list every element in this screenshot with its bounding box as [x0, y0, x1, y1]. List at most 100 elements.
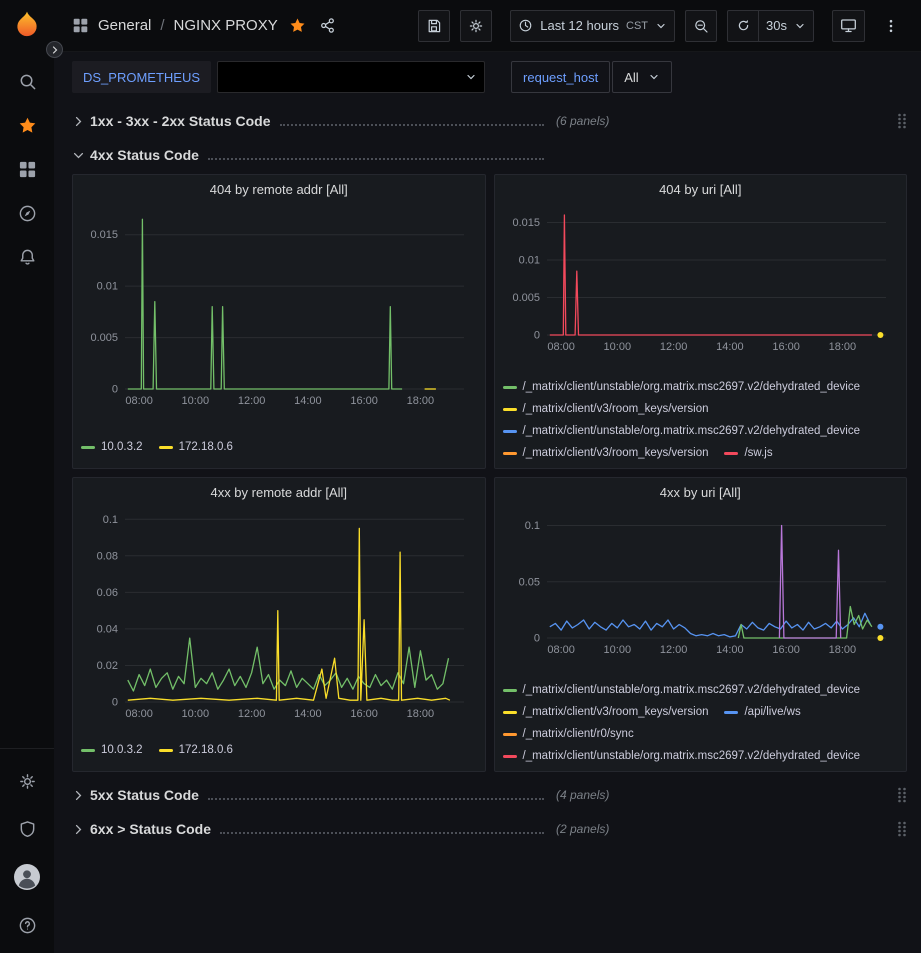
svg-text:16:00: 16:00 — [351, 708, 379, 720]
row-drag-handle[interactable] — [897, 787, 907, 803]
legend-item[interactable]: /_matrix/client/unstable/org.matrix.msc2… — [503, 750, 861, 762]
monitor-icon — [840, 17, 857, 34]
svg-text:18:00: 18:00 — [407, 395, 435, 407]
legend-item[interactable]: /_matrix/client/v3/room_keys/version — [503, 447, 709, 459]
legend-item[interactable]: 10.0.3.2 — [81, 441, 143, 453]
svg-text:18:00: 18:00 — [407, 708, 435, 720]
request-host-select[interactable]: All — [612, 61, 671, 93]
legend-item[interactable]: /_matrix/client/r0/sync — [503, 728, 634, 740]
panel-title[interactable]: 404 by remote addr [All] — [81, 182, 477, 197]
dashboard-title[interactable]: NGINX PROXY — [174, 17, 278, 34]
row-header-1xx-3xx-2xx[interactable]: 1xx - 3xx - 2xx Status Code (6 panels) — [72, 106, 907, 136]
datasource-variable-select[interactable] — [217, 61, 485, 93]
panel-title[interactable]: 4xx by remote addr [All] — [81, 485, 477, 500]
datasource-variable-label[interactable]: DS_PROMETHEUS — [72, 61, 211, 93]
panel-title[interactable]: 404 by uri [All] — [503, 182, 899, 197]
apps-grid-icon — [72, 17, 89, 34]
row-header-5xx[interactable]: 5xx Status Code (4 panels) — [72, 780, 907, 810]
row-dotted-leader — [208, 798, 544, 800]
svg-text:0: 0 — [112, 384, 118, 396]
row-header-4xx[interactable]: 4xx Status Code — [72, 140, 907, 170]
row-title: 1xx - 3xx - 2xx Status Code — [90, 113, 271, 129]
sidebar-item-server-admin[interactable] — [7, 809, 47, 849]
svg-text:0.01: 0.01 — [518, 255, 539, 267]
sidebar — [0, 0, 54, 953]
chart-legend: 10.0.3.2 172.18.0.6 — [81, 436, 477, 460]
row-drag-handle[interactable] — [897, 821, 907, 837]
chevron-right-icon — [72, 115, 90, 128]
sidebar-item-dashboards[interactable] — [7, 149, 47, 189]
panel-404-by-uri: 404 by uri [All] 00.0050.010.01508:0010:… — [494, 174, 908, 469]
sidebar-item-profile[interactable] — [7, 857, 47, 897]
legend-item[interactable]: /_matrix/client/v3/room_keys/version — [503, 706, 709, 718]
save-dashboard-button[interactable] — [418, 10, 450, 42]
time-range-label: Last 12 hours — [540, 18, 619, 33]
svg-text:0: 0 — [534, 330, 540, 342]
dashboard-header: General / NGINX PROXY — [54, 0, 921, 52]
alerting-bell-icon — [18, 248, 37, 267]
row-title: 4xx Status Code — [90, 147, 199, 163]
svg-text:08:00: 08:00 — [126, 708, 154, 720]
sidebar-item-configuration[interactable] — [7, 761, 47, 801]
request-host-label[interactable]: request_host — [511, 61, 610, 93]
svg-text:0: 0 — [112, 697, 118, 709]
chevron-right-icon — [72, 823, 90, 836]
sidebar-item-alerting[interactable] — [7, 237, 47, 277]
svg-text:0.05: 0.05 — [518, 576, 539, 588]
sidebar-item-explore[interactable] — [7, 193, 47, 233]
zoom-out-icon — [693, 18, 709, 34]
refresh-icon — [736, 18, 751, 33]
clock-icon — [518, 18, 533, 33]
help-icon — [18, 916, 37, 935]
share-dashboard-button[interactable] — [317, 17, 338, 34]
svg-text:0.005: 0.005 — [91, 332, 119, 344]
sidebar-item-search[interactable] — [7, 61, 47, 101]
more-options-button[interactable] — [875, 10, 907, 42]
refresh-dashboard-button[interactable] — [727, 10, 759, 42]
zoom-out-time-button[interactable] — [685, 10, 717, 42]
legend-item[interactable]: 172.18.0.6 — [159, 441, 233, 453]
refresh-interval-picker[interactable]: 30s — [759, 10, 814, 42]
row-dotted-leader — [280, 124, 544, 126]
favorite-star-button[interactable] — [287, 17, 308, 34]
legend-item[interactable]: /api/live/ws — [724, 706, 800, 718]
svg-text:16:00: 16:00 — [772, 644, 800, 656]
svg-text:12:00: 12:00 — [238, 708, 266, 720]
row-panel-count: (6 panels) — [556, 114, 609, 128]
svg-text:10:00: 10:00 — [182, 395, 210, 407]
panel-title[interactable]: 4xx by uri [All] — [503, 485, 899, 500]
legend-item[interactable]: 10.0.3.2 — [81, 744, 143, 756]
time-range-picker[interactable]: Last 12 hours CST — [510, 10, 675, 42]
sidebar-item-help[interactable] — [7, 905, 47, 945]
star-filled-icon — [289, 17, 306, 34]
row-header-6xx[interactable]: 6xx > Status Code (2 panels) — [72, 814, 907, 844]
svg-text:0.015: 0.015 — [512, 217, 540, 229]
sidebar-expand-button[interactable] — [46, 41, 63, 58]
sidebar-top-nav — [7, 57, 47, 281]
explore-compass-icon — [18, 204, 37, 223]
svg-text:0.02: 0.02 — [97, 660, 118, 672]
panels-grid: 404 by remote addr [All] 0 0.005 0.01 0.015… — [72, 174, 907, 772]
header-actions: Last 12 hours CST 30s — [418, 10, 907, 42]
legend-item[interactable]: /_matrix/client/unstable/org.matrix.msc2… — [503, 381, 861, 393]
legend-item[interactable]: 172.18.0.6 — [159, 744, 233, 756]
chevron-down-icon — [794, 20, 806, 32]
gear-icon — [468, 18, 484, 34]
breadcrumb-folder[interactable]: General — [98, 17, 151, 34]
sidebar-bottom-nav — [0, 748, 54, 949]
sidebar-item-starred[interactable] — [7, 105, 47, 145]
legend-item[interactable]: /_matrix/client/unstable/org.matrix.msc2… — [503, 684, 861, 696]
dashboard-canvas: 1xx - 3xx - 2xx Status Code (6 panels) 4… — [54, 100, 921, 953]
search-icon — [18, 72, 37, 91]
chart-legend: /_matrix/client/unstable/org.matrix.msc2… — [503, 679, 899, 763]
legend-item[interactable]: /_matrix/client/v3/room_keys/version — [503, 403, 709, 415]
legend-item[interactable]: /sw.js — [724, 447, 772, 459]
dashboard-settings-button[interactable] — [460, 10, 492, 42]
legend-item[interactable]: /_matrix/client/unstable/org.matrix.msc2… — [503, 425, 861, 437]
svg-text:0.015: 0.015 — [91, 229, 119, 241]
row-drag-handle[interactable] — [897, 113, 907, 129]
grafana-logo[interactable] — [12, 10, 42, 45]
chart-legend: /_matrix/client/unstable/org.matrix.msc2… — [503, 376, 899, 460]
cycle-view-mode-button[interactable] — [832, 10, 865, 42]
refresh-interval-label: 30s — [766, 18, 787, 33]
